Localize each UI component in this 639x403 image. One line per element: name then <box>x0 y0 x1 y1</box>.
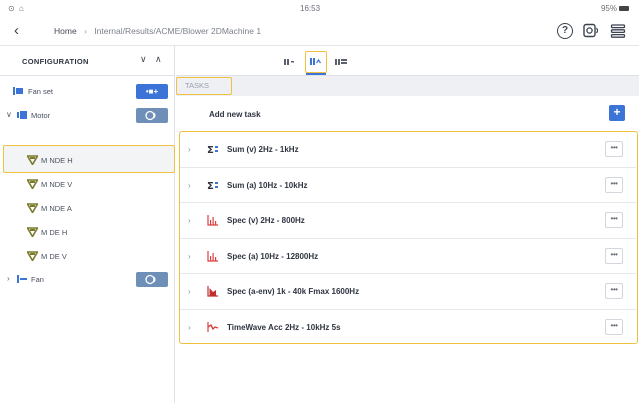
svg-text:Σ: Σ <box>207 181 214 191</box>
configuration-title: CONFIGURATION <box>22 57 89 66</box>
add-group-button[interactable]: •■+ <box>136 84 168 99</box>
envelope-spectrum-icon <box>207 286 218 297</box>
add-new-task-label: Add new task <box>209 110 261 119</box>
menu-icon[interactable] <box>610 23 626 39</box>
tree-item-m-nde-a[interactable]: M NDE A <box>0 196 175 220</box>
more-options-button[interactable]: ••• <box>605 212 623 228</box>
task-label: Spec (a-env) 1k - 40k Fmax 1600Hz <box>227 287 360 296</box>
tree-expander[interactable]: › <box>7 274 10 283</box>
measure-icon <box>145 110 156 121</box>
expand-all-button[interactable]: ∧ <box>155 54 162 65</box>
view-tabs <box>176 46 639 76</box>
breadcrumb: Home › Internal/Results/ACME/Blower 2DMa… <box>54 26 261 36</box>
expand-chevron-icon[interactable]: › <box>188 252 191 261</box>
device-connection-icon[interactable] <box>583 23 599 39</box>
more-options-button[interactable]: ••• <box>605 318 623 335</box>
task-label: Spec (v) 2Hz - 800Hz <box>227 216 305 225</box>
task-row[interactable]: › Spec (a) 10Hz - 12800Hz ••• <box>180 239 636 274</box>
spectrum-icon <box>207 250 218 262</box>
battery-indicator: 95% <box>601 4 629 13</box>
more-options-button[interactable]: ••• <box>605 247 623 264</box>
top-nav-bar: ‹ Home › Internal/Results/ACME/Blower 2D… <box>0 16 639 46</box>
tree-item-label: M NDE H <box>41 156 73 165</box>
expand-chevron-icon[interactable]: › <box>188 145 191 154</box>
sensor-icon <box>27 251 38 261</box>
tree-item-fan[interactable]: › Fan <box>0 267 175 291</box>
tree-expander[interactable]: ∨ <box>6 110 12 119</box>
task-label: Sum (v) 2Hz - 1kHz <box>227 145 299 154</box>
add-task-button[interactable]: + <box>609 105 625 121</box>
tasks-section-label: TASKS <box>176 77 232 95</box>
breadcrumb-home[interactable]: Home <box>54 26 77 36</box>
sensor-icon <box>27 179 38 189</box>
breadcrumb-path[interactable]: Internal/Results/ACME/Blower 2DMachine 1 <box>94 26 261 36</box>
tree-item-m-de-v[interactable]: M DE V <box>0 244 175 268</box>
expand-chevron-icon[interactable]: › <box>188 323 191 332</box>
tree-item-label: M NDE V <box>41 180 73 189</box>
task-list: › Σ Sum (v) 2Hz - 1kHz ••• › Σ Sum (a) 1… <box>179 131 638 344</box>
task-label: Sum (a) 10Hz - 10kHz <box>227 180 308 190</box>
tree-item-label: Fan set <box>28 87 54 96</box>
measure-icon <box>145 274 156 285</box>
task-label: Spec (a) 10Hz - 12800Hz <box>227 251 319 261</box>
machine-set-icon <box>13 87 23 95</box>
task-row[interactable]: › Σ Sum (a) 10Hz - 10kHz ••• <box>180 168 636 203</box>
tab-tasks-view[interactable] <box>305 51 327 75</box>
spectrum-icon <box>207 215 218 226</box>
sensor-icon <box>27 203 38 213</box>
motor-icon <box>17 111 27 119</box>
sensor-icon <box>27 227 38 237</box>
tab-grid-view[interactable] <box>330 51 352 73</box>
tree-item-label: Fan <box>31 275 44 284</box>
tasks-panel: TASKS Add new task + › Σ Sum (v) 2Hz - 1… <box>176 46 639 403</box>
battery-icon <box>619 6 629 12</box>
tree-item-motor[interactable]: ∨ Motor <box>0 103 175 127</box>
tree-item-label: M DE H <box>41 228 68 237</box>
more-options-button[interactable]: ••• <box>605 141 623 157</box>
task-row[interactable]: › Spec (v) 2Hz - 800Hz ••• <box>180 203 636 239</box>
task-row[interactable]: › TimeWave Acc 2Hz - 10kHz 5s ••• <box>180 310 636 346</box>
status-left-icons: ⊙ ⌂ <box>8 4 25 13</box>
more-options-button[interactable]: ••• <box>605 283 623 299</box>
sum-icon: Σ <box>207 181 218 191</box>
expand-chevron-icon[interactable]: › <box>188 287 191 296</box>
status-bar: ⊙ ⌂ 16:53 95% <box>0 0 639 16</box>
tree-item-m-nde-h[interactable]: M NDE H <box>0 148 175 172</box>
sum-icon: Σ <box>207 145 218 155</box>
list-icon <box>284 59 294 65</box>
tree-item-label: Motor <box>31 111 51 120</box>
svg-text:Σ: Σ <box>207 145 214 155</box>
measure-button[interactable] <box>136 272 168 287</box>
configuration-panel: CONFIGURATION ∨ ∧ Fan set •■+ ∨ Motor M … <box>0 46 175 403</box>
tree-item-label: M NDE A <box>41 204 72 213</box>
tree-item-label: M DE V <box>41 252 67 261</box>
expand-chevron-icon[interactable]: › <box>188 216 191 225</box>
battery-level: 95% <box>600 4 617 13</box>
breadcrumb-separator: › <box>84 26 87 36</box>
device-glyph <box>583 23 599 38</box>
task-label: TimeWave Acc 2Hz - 10kHz 5s <box>227 322 341 332</box>
configuration-header: CONFIGURATION ∨ ∧ <box>0 46 175 76</box>
tasks-icon <box>310 58 321 65</box>
fan-icon <box>17 275 27 283</box>
task-row[interactable]: › Spec (a-env) 1k - 40k Fmax 1600Hz ••• <box>180 274 636 310</box>
sensor-icon <box>27 155 38 165</box>
back-button[interactable]: ‹ <box>14 22 19 39</box>
tree-item-m-de-h[interactable]: M DE H <box>0 220 175 244</box>
measure-button[interactable] <box>136 108 168 123</box>
collapse-all-button[interactable]: ∨ <box>140 54 147 65</box>
grid-icon <box>335 59 347 65</box>
menu-glyph <box>610 24 626 38</box>
task-row[interactable]: › Σ Sum (v) 2Hz - 1kHz ••• <box>180 132 636 168</box>
timewave-icon <box>207 321 219 332</box>
tree-item-m-nde-v[interactable]: M NDE V <box>0 172 175 196</box>
tree-item-fan-set[interactable]: Fan set •■+ <box>0 79 175 103</box>
tasks-section-strip <box>176 76 639 96</box>
expand-chevron-icon[interactable]: › <box>188 181 191 190</box>
more-options-button[interactable]: ••• <box>605 176 623 193</box>
tab-list-view[interactable] <box>278 51 300 73</box>
help-button[interactable]: ? <box>557 23 573 39</box>
status-time: 16:53 <box>300 4 321 13</box>
